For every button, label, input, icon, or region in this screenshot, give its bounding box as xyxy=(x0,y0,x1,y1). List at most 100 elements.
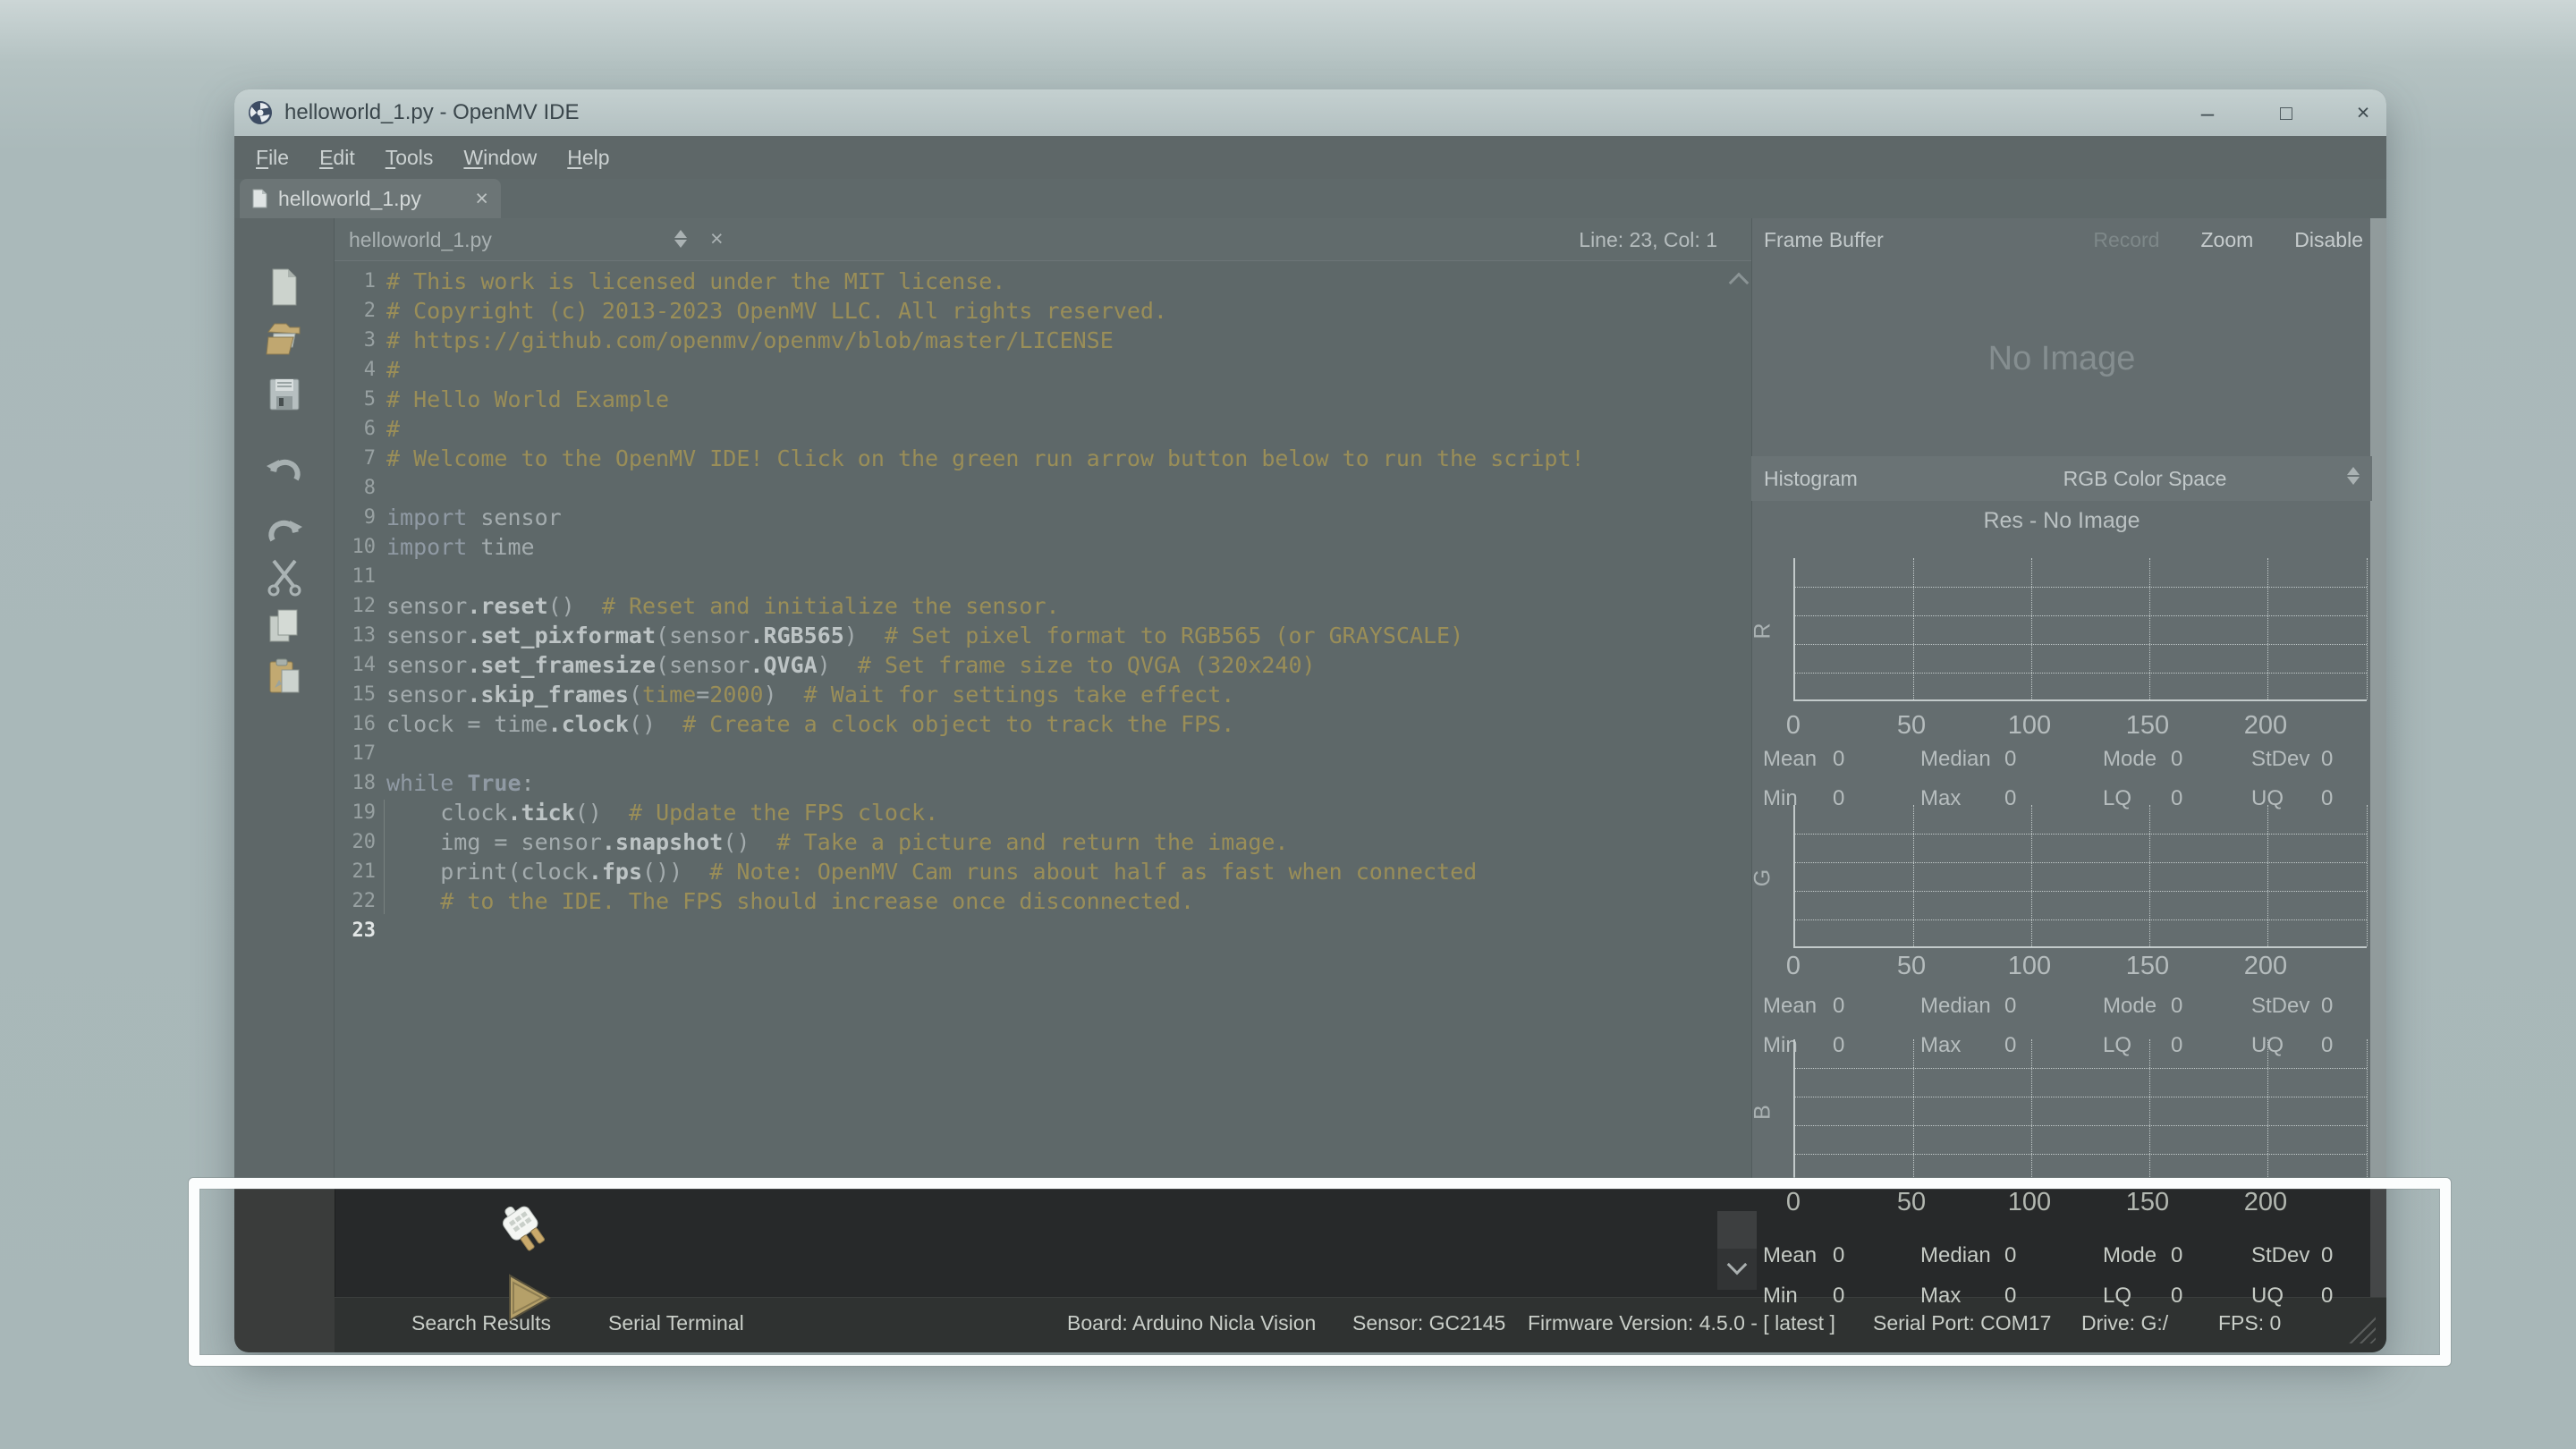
status-tab-serial-terminal[interactable]: Serial Terminal xyxy=(608,1311,744,1335)
code-token: # Set frame size to QVGA (320x240) xyxy=(831,650,1316,680)
code-token: while xyxy=(386,768,453,798)
gridline xyxy=(2367,1039,2368,1181)
stat-label-stdev: StDev xyxy=(2251,994,2309,1019)
menu-item-window[interactable]: Window xyxy=(453,142,547,174)
code-line-18[interactable]: 18while True: xyxy=(335,768,1712,798)
code-token: sensor xyxy=(386,680,467,709)
histogram-plot-r xyxy=(1793,558,2367,701)
line-number: 7 xyxy=(335,444,386,473)
file-selector-spin-icon[interactable] xyxy=(674,228,687,250)
code-line-5[interactable]: 5# Hello World Example xyxy=(335,385,1712,414)
code-line-15[interactable]: 15sensor.skip_frames(time=2000) # Wait f… xyxy=(335,680,1712,709)
code-line-2[interactable]: 2# Copyright (c) 2013-2023 OpenMV LLC. A… xyxy=(335,296,1712,326)
code-line-8[interactable]: 8 xyxy=(335,473,1712,503)
line-number: 21 xyxy=(335,857,386,886)
code-token: = xyxy=(696,680,709,709)
code-line-11[interactable]: 11 xyxy=(335,562,1712,591)
stat-value-stdev: 0 xyxy=(2321,994,2333,1019)
code-line-21[interactable]: 21 print(clock.fps()) # Note: OpenMV Cam… xyxy=(335,857,1712,886)
title-bar[interactable]: helloworld_1.py - OpenMV IDE – □ × xyxy=(234,89,2386,136)
code-token: ( xyxy=(656,621,669,650)
redo-icon[interactable] xyxy=(264,508,305,549)
code-line-6[interactable]: 6# xyxy=(335,414,1712,444)
line-number: 11 xyxy=(335,562,386,591)
gridline xyxy=(1795,862,2367,863)
copy-icon[interactable] xyxy=(264,606,305,648)
code-line-7[interactable]: 7# Welcome to the OpenMV IDE! Click on t… xyxy=(335,444,1712,473)
code-line-14[interactable]: 14sensor.set_framesize(sensor.QVGA) # Se… xyxy=(335,650,1712,680)
tab-helloworld[interactable]: helloworld_1.py × xyxy=(240,179,501,218)
connect-icon[interactable] xyxy=(494,1197,555,1258)
code-token: () xyxy=(575,798,602,827)
code-area[interactable]: 1# This work is licensed under the MIT l… xyxy=(335,267,1712,945)
menu-item-edit[interactable]: Edit xyxy=(309,142,366,174)
stat-value-mode: 0 xyxy=(2171,994,2182,1019)
minimize-button[interactable]: – xyxy=(2181,89,2234,136)
menu-item-file[interactable]: File xyxy=(245,142,300,174)
line-number: 9 xyxy=(335,503,386,532)
stat-label-min: Min xyxy=(1763,1033,1798,1058)
new-file-icon[interactable] xyxy=(264,267,305,308)
code-line-12[interactable]: 12sensor.reset() # Reset and initialize … xyxy=(335,591,1712,621)
stat-label-median: Median xyxy=(1920,994,1991,1019)
code-line-9[interactable]: 9import sensor xyxy=(335,503,1712,532)
line-number: 5 xyxy=(335,385,386,414)
line-number: 22 xyxy=(335,886,386,916)
code-line-10[interactable]: 10import time xyxy=(335,532,1712,562)
resolution-label: Res - No Image xyxy=(1751,508,2372,534)
code-line-4[interactable]: 4# xyxy=(335,355,1712,385)
code-token: # Copyright (c) 2013-2023 OpenMV LLC. Al… xyxy=(386,296,1167,326)
open-file-selector[interactable]: helloworld_1.py xyxy=(349,228,492,252)
code-token: ( xyxy=(629,680,642,709)
code-line-3[interactable]: 3# https://github.com/openmv/openmv/blob… xyxy=(335,326,1712,355)
maximize-button[interactable]: □ xyxy=(2259,89,2313,136)
stat-label-uq: UQ xyxy=(2251,1284,2284,1309)
gridline xyxy=(1795,1125,2367,1126)
editor-close-icon[interactable]: × xyxy=(710,226,724,252)
desktop-background: helloworld_1.py - OpenMV IDE – □ × File E… xyxy=(0,0,2576,1449)
stat-value-median: 0 xyxy=(2004,1243,2016,1268)
color-space-selector[interactable]: RGB Color Space xyxy=(2002,467,2288,491)
gridline xyxy=(1795,919,2367,920)
histogram-plot-b xyxy=(1793,1039,2367,1182)
openmv-ide-window: helloworld_1.py - OpenMV IDE – □ × File E… xyxy=(234,89,2386,1352)
tab-close-icon[interactable]: × xyxy=(475,186,488,212)
code-token: sensor xyxy=(386,591,467,621)
save-file-icon[interactable] xyxy=(264,374,305,415)
gridline xyxy=(2031,1039,2032,1181)
stat-label-median: Median xyxy=(1920,747,1991,772)
code-line-16[interactable]: 16clock = time.clock() # Create a clock … xyxy=(335,709,1712,739)
menu-item-tools[interactable]: Tools xyxy=(375,142,445,174)
menu-item-help[interactable]: Help xyxy=(556,142,620,174)
code-token: ( xyxy=(507,857,521,886)
code-token: # Wait for settings take effect. xyxy=(777,680,1235,709)
frame-buffer-display: No Image xyxy=(1751,261,2372,456)
gridline xyxy=(2267,1039,2268,1181)
paste-icon[interactable] xyxy=(264,657,305,698)
code-line-20[interactable]: 20 img = sensor.snapshot() # Take a pict… xyxy=(335,827,1712,857)
gridline xyxy=(2149,558,2150,699)
open-file-icon[interactable] xyxy=(264,318,305,360)
disable-button[interactable]: Disable xyxy=(2294,228,2363,252)
code-line-13[interactable]: 13sensor.set_pixformat(sensor.RGB565) # … xyxy=(335,621,1712,650)
zoom-button[interactable]: Zoom xyxy=(2200,228,2253,252)
code-line-17[interactable]: 17 xyxy=(335,739,1712,768)
code-token xyxy=(467,532,480,562)
cut-icon[interactable] xyxy=(264,556,305,597)
run-script-icon[interactable] xyxy=(503,1270,556,1326)
cursor-position: Line: 23, Col: 1 xyxy=(1579,228,1717,252)
code-line-22[interactable]: 22 # to the IDE. The FPS should increase… xyxy=(335,886,1712,916)
gridline xyxy=(2031,805,2032,946)
code-line-19[interactable]: 19 clock.tick() # Update the FPS clock. xyxy=(335,798,1712,827)
line-number: 15 xyxy=(335,680,386,709)
axis-tick: 150 xyxy=(2116,1188,2179,1217)
undo-icon[interactable] xyxy=(264,447,305,488)
close-button[interactable]: × xyxy=(2336,89,2386,136)
stat-value-stdev: 0 xyxy=(2321,1243,2333,1268)
code-line-1[interactable]: 1# This work is licensed under the MIT l… xyxy=(335,267,1712,296)
color-space-spin-icon[interactable] xyxy=(2347,465,2360,487)
line-number: 1 xyxy=(335,267,386,296)
code-line-23[interactable]: 23 xyxy=(335,916,1712,945)
code-token: sensor xyxy=(669,650,750,680)
document-icon xyxy=(252,189,267,208)
